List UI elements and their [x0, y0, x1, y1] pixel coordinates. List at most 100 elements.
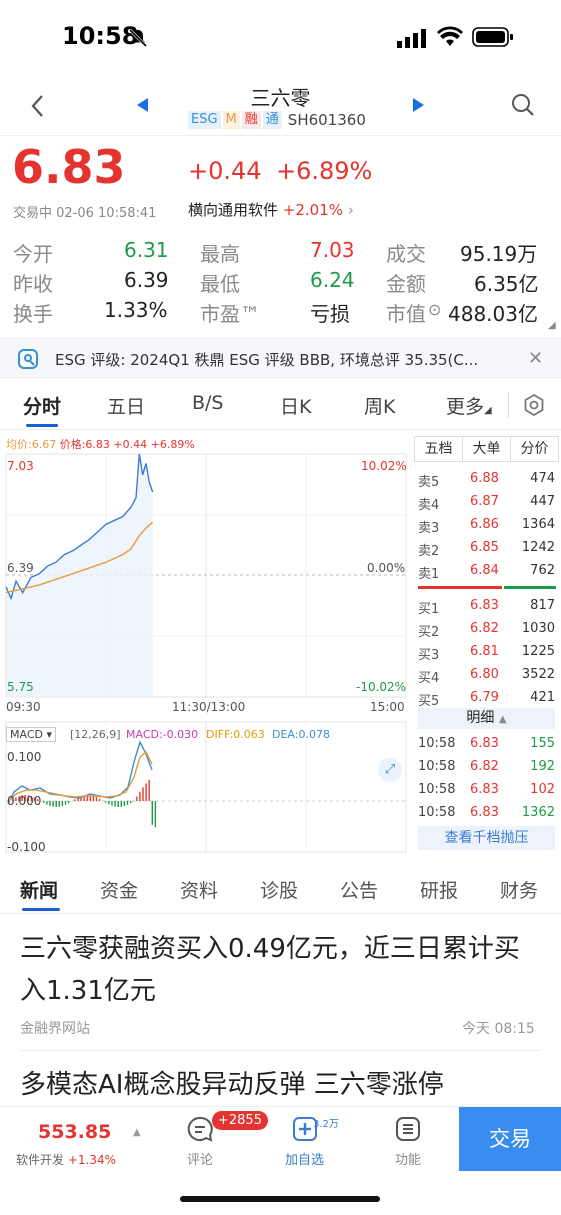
- settings-icon[interactable]: [522, 393, 546, 417]
- bottom-bar: 553.85 ▲ 软件开发 +1.34% 评论 +2855 加自选 3.2万 功…: [0, 1106, 561, 1176]
- y-mid-label: 6.39: [7, 561, 34, 575]
- ask-price: 6.84: [470, 563, 499, 578]
- divider: [20, 1050, 541, 1051]
- tab-price-dist[interactable]: 分价: [511, 437, 558, 461]
- news-time: 今天 08:15: [462, 1021, 535, 1037]
- comment-badge: +2855: [212, 1111, 268, 1130]
- bid-volume: 817: [530, 598, 555, 613]
- intraday-chart[interactable]: 均价:6.67 价格:6.83 +0.44 +6.89% 7.03 6.39 5…: [0, 432, 410, 857]
- y-bot-label: 5.75: [7, 680, 34, 694]
- stat-label: 换手: [13, 302, 53, 326]
- tab-announcements[interactable]: 公告: [340, 876, 378, 903]
- tab-diagnosis[interactable]: 诊股: [260, 876, 298, 903]
- tick-row: 10:58 6.82 192: [414, 756, 559, 778]
- tab-funds[interactable]: 资金: [100, 876, 138, 903]
- financing-tag: 融: [241, 111, 261, 129]
- tick-time: 10:58: [418, 805, 456, 820]
- ask-level-label: 卖5: [418, 475, 440, 490]
- ask-volume: 762: [530, 563, 555, 578]
- macd-bar: [154, 801, 157, 828]
- tab-underline: [22, 908, 60, 911]
- tab-more[interactable]: 更多◢: [446, 392, 492, 419]
- esg-banner[interactable]: ESG 评级: 2024Q1 秩鼎 ESG 评级 BBB, 环境总评 35.35…: [0, 338, 561, 378]
- macd-bar: [52, 801, 54, 807]
- ask-volume: 447: [530, 494, 555, 509]
- bid-volume: 1225: [521, 644, 555, 659]
- ask-row: 卖5 6.88 474: [414, 468, 559, 490]
- pct-top-label: 10.02%: [361, 459, 407, 473]
- sector-index-value[interactable]: 553.85: [38, 1121, 111, 1143]
- tab-financials[interactable]: 财务: [500, 876, 538, 903]
- tab-daily-k[interactable]: 日K: [280, 392, 311, 419]
- tick-price: 6.83: [470, 736, 499, 751]
- bid-volume: 3522: [521, 667, 555, 682]
- wifi-icon: [437, 26, 463, 46]
- search-icon[interactable]: [510, 92, 536, 118]
- macd-bar: [120, 801, 122, 807]
- caret-icon: ◢: [484, 405, 492, 416]
- macd-top-label: 0.100: [7, 750, 42, 764]
- bid-bar: [504, 586, 556, 589]
- functions-icon: [396, 1117, 420, 1141]
- functions-button[interactable]: 功能: [394, 1115, 422, 1168]
- tab-intraday[interactable]: 分时: [23, 392, 61, 419]
- bid-row: 买2 6.82 1030: [414, 618, 559, 640]
- status-bar: 10:58: [0, 0, 561, 76]
- watchlist-count: 3.2万: [313, 1119, 339, 1130]
- stat-label: 市盈™: [200, 302, 260, 326]
- indicator-select[interactable]: MACD ▾: [6, 727, 57, 742]
- macd-bar: [139, 791, 141, 801]
- macd-bar: [92, 795, 95, 801]
- macd-zero-label: 0.000: [7, 794, 42, 808]
- tab-bs[interactable]: B/S: [192, 392, 224, 414]
- stat-value-open: 6.31: [124, 238, 169, 262]
- tab-news[interactable]: 新闻: [20, 876, 58, 903]
- sector-index-name: 软件开发: [16, 1153, 65, 1167]
- news-source: 金融界网站: [20, 1021, 90, 1037]
- tab-research[interactable]: 研报: [420, 876, 458, 903]
- ask-price: 6.87: [470, 494, 499, 509]
- tab-five-levels[interactable]: 五档: [415, 437, 463, 461]
- watchlist-label: 加自选: [285, 1153, 325, 1168]
- news-item-title[interactable]: 多模态AI概念股异动反弹 三六零涨停: [20, 1064, 545, 1106]
- tab-profile[interactable]: 资料: [180, 876, 218, 903]
- time-mid-label: 11:30/13:00: [172, 700, 246, 714]
- tick-price: 6.83: [470, 782, 499, 797]
- expand-corner-icon[interactable]: ◢: [548, 320, 556, 331]
- more-dots-icon: ⊙: [428, 300, 442, 319]
- news-item-title[interactable]: 三六零获融资买入0.49亿元，近三日累计买入1.31亿元: [20, 928, 545, 1012]
- stat-value-market-cap: 488.03亿: [448, 302, 538, 326]
- tab-five-day[interactable]: 五日: [107, 392, 145, 419]
- bid-price: 6.79: [470, 690, 499, 705]
- tick-time: 10:58: [418, 782, 456, 797]
- trade-button[interactable]: 交易: [459, 1107, 561, 1171]
- next-stock-icon[interactable]: [412, 98, 424, 112]
- sector-name: 横向通用软件: [188, 201, 279, 219]
- esg-icon: [18, 349, 38, 369]
- price-change: +0.44: [188, 157, 262, 185]
- tab-big-orders[interactable]: 大单: [463, 437, 511, 461]
- tab-weekly-k[interactable]: 周K: [364, 392, 395, 419]
- connect-tag: 通: [262, 111, 282, 129]
- detail-header[interactable]: 明细 ▲: [418, 708, 555, 729]
- tick-time: 10:58: [418, 759, 456, 774]
- expand-up-icon[interactable]: ▲: [133, 1127, 141, 1138]
- macd-bar: [136, 796, 138, 801]
- ask-price: 6.86: [470, 517, 499, 532]
- comment-button[interactable]: 评论: [186, 1115, 214, 1168]
- close-icon[interactable]: ✕: [528, 348, 543, 369]
- stock-name: 三六零: [250, 86, 311, 110]
- tick-price: 6.82: [470, 759, 499, 774]
- view-depth-button[interactable]: 查看千档抛压: [418, 826, 555, 850]
- price-change-pct: +6.89%: [276, 157, 373, 185]
- sector-link[interactable]: 横向通用软件 +2.01% ›: [188, 199, 354, 220]
- fullscreen-icon[interactable]: ⤢: [378, 758, 402, 782]
- tick-volume: 102: [530, 782, 555, 797]
- stat-label: 成交: [386, 242, 426, 266]
- trade-status: 交易中 02-06 10:58:41: [13, 206, 157, 221]
- bid-level-label: 买1: [418, 602, 440, 617]
- bid-price: 6.80: [470, 667, 499, 682]
- stat-value-volume: 95.19万: [460, 242, 538, 266]
- macd-bar: [49, 801, 51, 806]
- home-indicator[interactable]: [180, 1196, 380, 1202]
